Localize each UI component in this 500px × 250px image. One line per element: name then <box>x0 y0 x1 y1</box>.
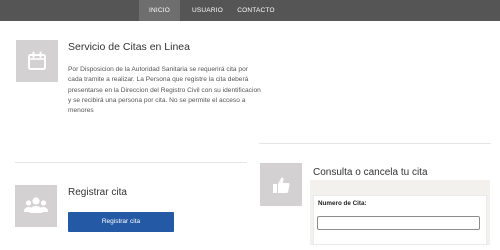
users-icon <box>24 197 48 213</box>
nav-item-inicio[interactable]: INICIO <box>139 0 180 21</box>
nav-item-usuario[interactable]: USUARIO <box>186 0 229 21</box>
calendar-icon-tile <box>16 40 58 82</box>
thumbs-up-icon-tile <box>260 163 302 206</box>
numero-cita-label: Numero de Cita: <box>318 200 367 207</box>
service-description: Por Disposicion de la Autoridad Sanitari… <box>68 66 261 115</box>
section-divider-right <box>259 143 491 144</box>
consulta-cita-heading: Consulta o cancela tu cita <box>313 167 428 178</box>
users-icon-tile <box>15 185 57 227</box>
thumbs-up-icon <box>273 176 290 193</box>
numero-cita-input[interactable] <box>317 216 480 230</box>
top-navbar: INICIO USUARIO CONTACTO <box>0 0 500 21</box>
page-title: Servicio de Citas en Linea <box>68 41 190 53</box>
registrar-cita-heading: Registrar cita <box>68 187 127 198</box>
nav-item-contacto[interactable]: CONTACTO <box>232 0 280 21</box>
registrar-cita-button[interactable]: Registrar cita <box>68 212 174 232</box>
calendar-icon <box>28 51 46 70</box>
section-divider-left <box>15 162 247 163</box>
